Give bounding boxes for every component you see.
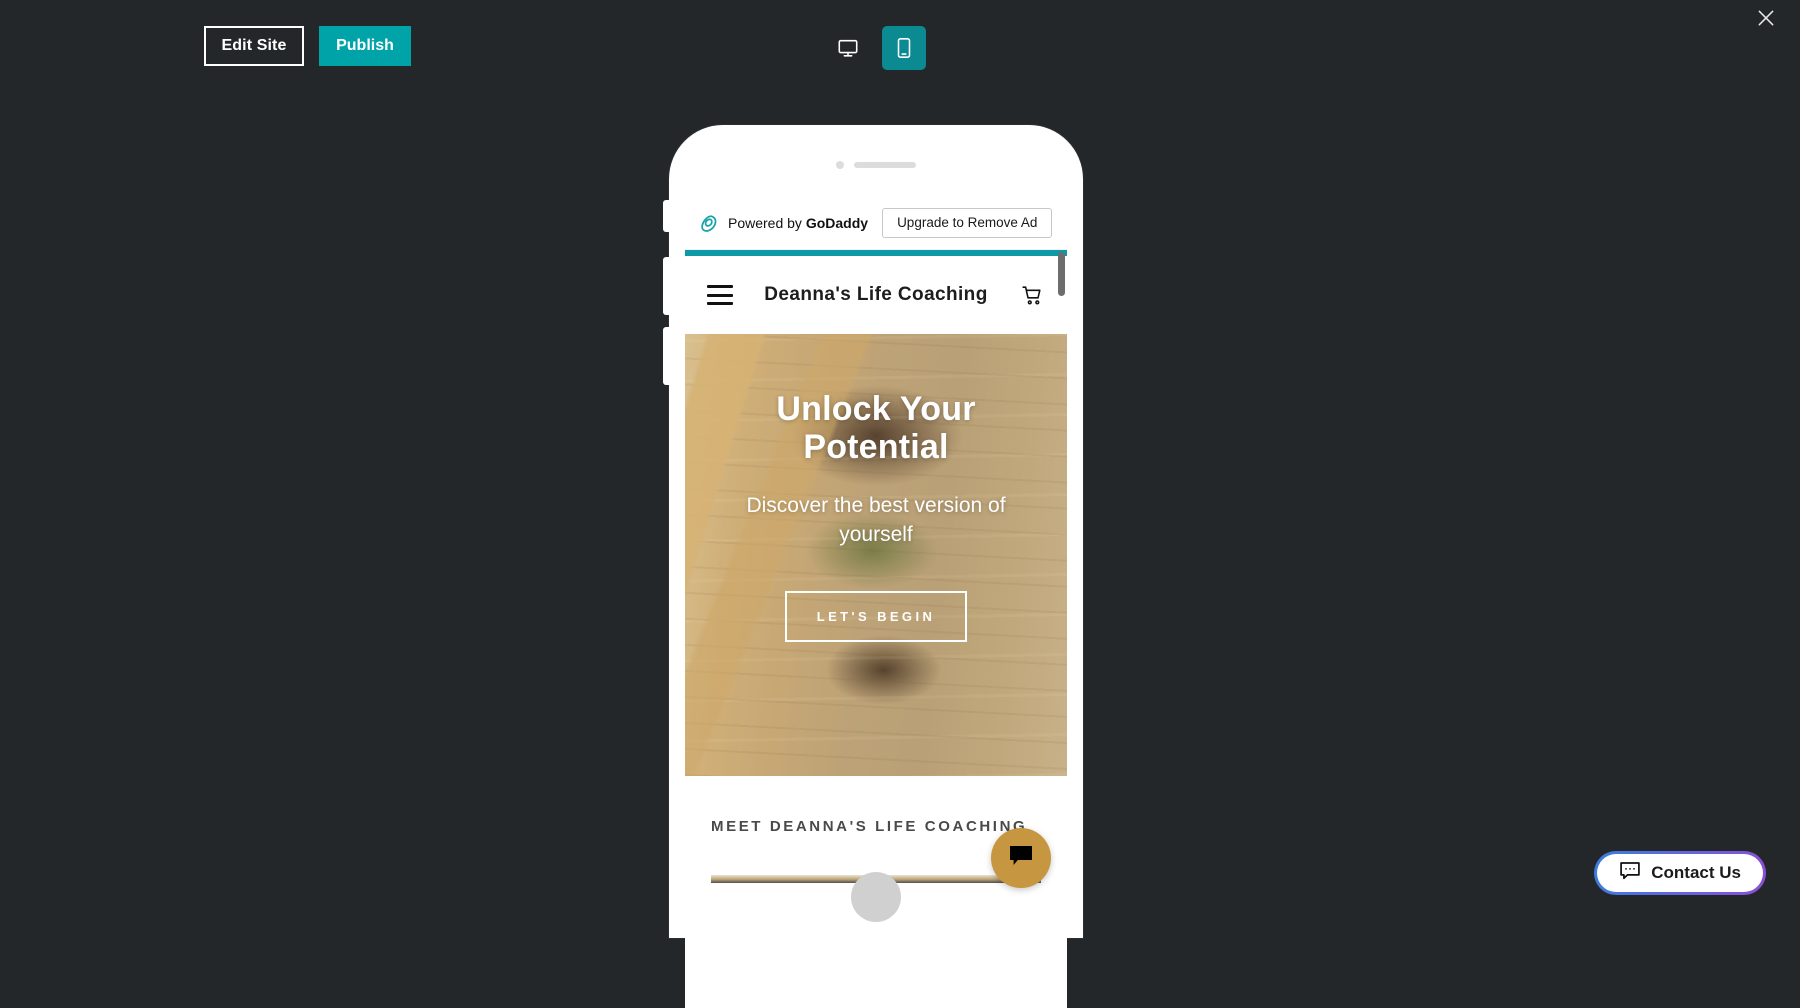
phone-volume-up-button bbox=[663, 257, 670, 315]
powered-by-prefix: Powered by bbox=[728, 215, 806, 231]
device-preview-toggle bbox=[826, 26, 926, 70]
godaddy-logo-icon bbox=[698, 212, 720, 234]
publish-button[interactable]: Publish bbox=[319, 26, 411, 66]
mobile-view-button[interactable] bbox=[882, 26, 926, 70]
mobile-phone-icon bbox=[894, 37, 914, 59]
phone-volume-down-button bbox=[663, 327, 670, 385]
hamburger-bar bbox=[707, 294, 733, 297]
hamburger-bar bbox=[707, 285, 733, 288]
hero-cta-button[interactable]: LET'S BEGIN bbox=[785, 591, 968, 642]
hamburger-menu-icon[interactable] bbox=[707, 285, 733, 305]
phone-speaker-grill bbox=[854, 162, 916, 168]
chat-fab-button[interactable] bbox=[991, 828, 1051, 888]
meet-section-title: MEET DEANNA'S LIFE COACHING bbox=[711, 818, 1041, 835]
contact-us-button[interactable]: Contact Us bbox=[1594, 851, 1766, 895]
chat-bubble-dots-icon bbox=[1619, 861, 1641, 886]
phone-speaker-assembly bbox=[836, 161, 916, 169]
site-header: Deanna's Life Coaching bbox=[685, 256, 1067, 334]
desktop-view-button[interactable] bbox=[826, 26, 870, 70]
preview-scrollbar-thumb[interactable] bbox=[1058, 252, 1065, 296]
hero-subtitle: Discover the best version of yourself bbox=[726, 492, 1026, 550]
desktop-monitor-icon bbox=[837, 37, 859, 59]
hamburger-bar bbox=[707, 302, 733, 305]
phone-camera-dot bbox=[836, 161, 844, 169]
close-preview-button[interactable] bbox=[1746, 0, 1786, 40]
chat-bubble-icon bbox=[1008, 844, 1034, 873]
godaddy-ad-bar: Powered by GoDaddy Upgrade to Remove Ad bbox=[685, 196, 1067, 250]
shopping-cart-icon[interactable] bbox=[1019, 283, 1045, 308]
close-x-icon bbox=[1756, 8, 1776, 33]
hero-title: Unlock Your Potential bbox=[731, 390, 1021, 466]
mobile-preview-frame: Powered by GoDaddy Upgrade to Remove Ad … bbox=[669, 125, 1083, 938]
contact-us-label: Contact Us bbox=[1651, 863, 1741, 883]
phone-home-button bbox=[851, 872, 901, 922]
godaddy-brand-name: GoDaddy bbox=[806, 215, 868, 231]
powered-by-label: Powered by GoDaddy bbox=[728, 215, 868, 231]
preview-scrollbar[interactable] bbox=[1058, 252, 1065, 952]
edit-site-button[interactable]: Edit Site bbox=[204, 26, 304, 66]
upgrade-to-remove-ad-button[interactable]: Upgrade to Remove Ad bbox=[882, 208, 1052, 238]
hero-content: Unlock Your Potential Discover the best … bbox=[685, 334, 1067, 776]
editor-toolbar: Edit Site Publish bbox=[0, 0, 1800, 96]
phone-silent-switch bbox=[663, 200, 670, 232]
hero-banner: Unlock Your Potential Discover the best … bbox=[685, 334, 1067, 776]
site-title: Deanna's Life Coaching bbox=[733, 283, 1019, 307]
